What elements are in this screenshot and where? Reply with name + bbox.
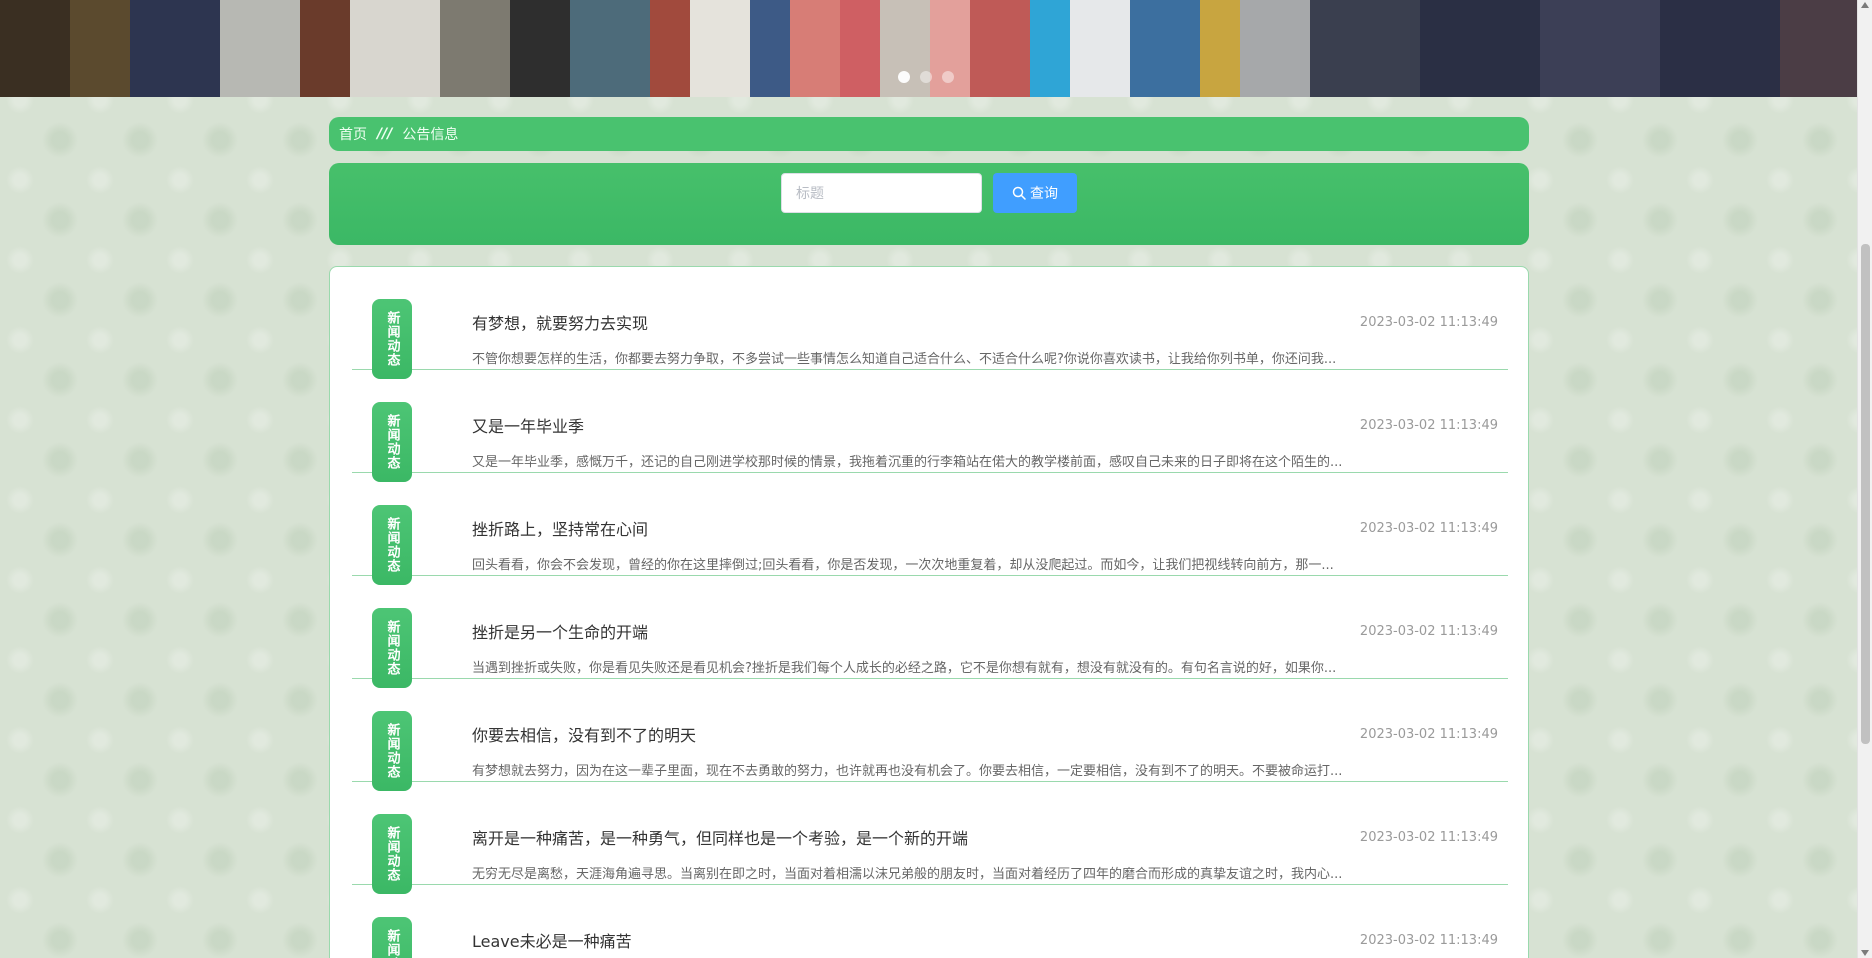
notice-date: 2023-03-02 11:13:49 (1359, 727, 1498, 742)
notice-item[interactable]: 新闻动态 Leave未必是一种痛苦 2023-03-02 11:13:49 (352, 885, 1508, 958)
breadcrumb-home-link[interactable]: 首页 (339, 124, 367, 144)
notice-date: 2023-03-02 11:13:49 (1359, 933, 1498, 948)
notice-summary: 不管你想要怎样的生活，你都要去努力争取，不多尝试一些事情怎么知道自己适合什么、不… (472, 352, 1337, 367)
notice-title[interactable]: 挫折是另一个生命的开端 (472, 619, 648, 643)
notice-item[interactable]: 新闻动态 你要去相信，没有到不了的明天 2023-03-02 11:13:49 … (352, 679, 1508, 791)
notice-summary: 有梦想就去努力，因为在这一辈子里面，现在不去勇敢的努力，也许就再也没有机会了。你… (472, 764, 1343, 779)
notice-date: 2023-03-02 11:13:49 (1359, 521, 1498, 536)
notice-title[interactable]: Leave未必是一种痛苦 (472, 928, 632, 952)
notice-title[interactable]: 你要去相信，没有到不了的明天 (472, 722, 696, 746)
carousel-dot-3[interactable] (942, 71, 954, 83)
banner-carousel[interactable] (0, 0, 1857, 97)
notice-summary: 无穷无尽是离愁，天涯海角遍寻思。当离别在即之时，当面对着相濡以沫兄弟般的朋友时，… (472, 867, 1343, 882)
notice-date: 2023-03-02 11:13:49 (1359, 418, 1498, 433)
notice-date: 2023-03-02 11:13:49 (1359, 315, 1498, 330)
carousel-indicators (898, 71, 954, 83)
notice-tag: 新闻动态 (372, 505, 412, 585)
notice-tag: 新闻动态 (372, 402, 412, 482)
notice-title[interactable]: 又是一年毕业季 (472, 413, 584, 437)
carousel-dot-1[interactable] (898, 71, 910, 83)
notice-title[interactable]: 离开是一种痛苦，是一种勇气，但同样也是一个考验，是一个新的开端 (472, 825, 968, 849)
page-scrollbar[interactable] (1857, 0, 1872, 958)
notice-summary: 当遇到挫折或失败，你是看见失败还是看见机会?挫折是我们每个人成长的必经之路，它不… (472, 661, 1337, 676)
notice-item[interactable]: 新闻动态 又是一年毕业季 2023-03-02 11:13:49 又是一年毕业季… (352, 370, 1508, 482)
notice-title[interactable]: 挫折路上，坚持常在心间 (472, 516, 648, 540)
notice-tag: 新闻动态 (372, 608, 412, 688)
title-search-input[interactable] (781, 173, 982, 213)
notice-tag: 新闻动态 (372, 814, 412, 894)
notice-date: 2023-03-02 11:13:49 (1359, 624, 1498, 639)
notice-item[interactable]: 新闻动态 有梦想，就要努力去实现 2023-03-02 11:13:49 不管你… (352, 267, 1508, 379)
notice-tag: 新闻动态 (372, 917, 412, 958)
notice-tag: 新闻动态 (372, 711, 412, 791)
scroll-down-arrow-icon[interactable] (1861, 950, 1869, 956)
breadcrumb: 首页 /// 公告信息 (329, 117, 1529, 151)
search-icon (1012, 186, 1026, 200)
notice-item[interactable]: 新闻动态 挫折路上，坚持常在心间 2023-03-02 11:13:49 回头看… (352, 473, 1508, 585)
notice-date: 2023-03-02 11:13:49 (1359, 830, 1498, 845)
breadcrumb-current: 公告信息 (402, 127, 459, 143)
notice-item[interactable]: 新闻动态 离开是一种痛苦，是一种勇气，但同样也是一个考验，是一个新的开端 202… (352, 782, 1508, 894)
scroll-up-arrow-icon[interactable] (1861, 2, 1869, 8)
scrollbar-thumb[interactable] (1861, 244, 1870, 744)
notice-summary: 又是一年毕业季，感慨万千，还记的自己刚进学校那时候的情景，我拖着沉重的行李箱站在… (472, 455, 1343, 470)
notice-title[interactable]: 有梦想，就要努力去实现 (472, 310, 648, 334)
carousel-dot-2[interactable] (920, 71, 932, 83)
search-panel: 查询 (329, 163, 1529, 245)
search-button-label: 查询 (1030, 185, 1058, 201)
breadcrumb-separator: /// (377, 126, 393, 142)
notice-list: 新闻动态 有梦想，就要努力去实现 2023-03-02 11:13:49 不管你… (329, 266, 1529, 958)
notice-item[interactable]: 新闻动态 挫折是另一个生命的开端 2023-03-02 11:13:49 当遇到… (352, 576, 1508, 688)
notice-summary: 回头看看，你会不会发现，曾经的你在这里摔倒过;回头看看，你是否发现，一次次地重复… (472, 558, 1334, 573)
notice-tag: 新闻动态 (372, 299, 412, 379)
search-button[interactable]: 查询 (993, 173, 1077, 213)
